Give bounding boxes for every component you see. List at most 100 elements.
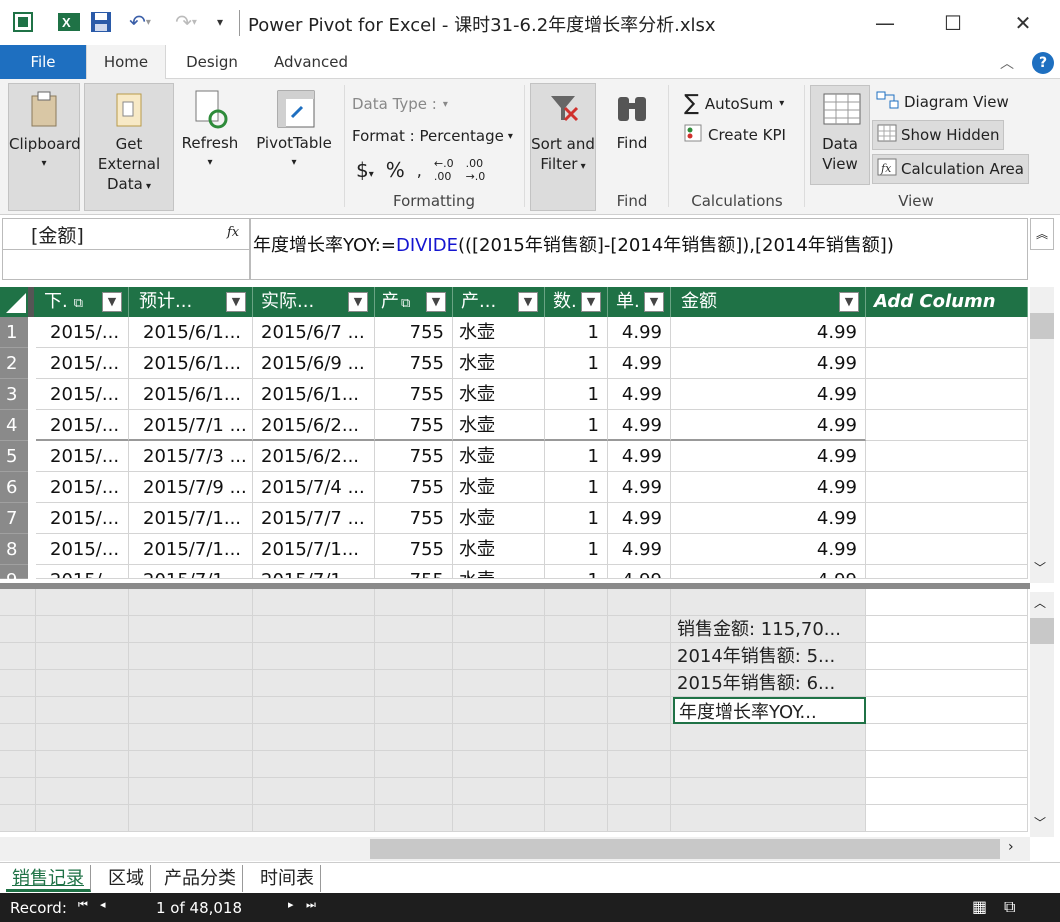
measure-cell-selected[interactable]: 年度增长率YOY... [673, 697, 866, 724]
calc-cell[interactable] [36, 616, 129, 643]
calc-cell[interactable] [866, 778, 1028, 805]
expand-formula-icon[interactable]: ︽ [1030, 218, 1054, 250]
calc-cell[interactable] [545, 805, 608, 832]
calc-cell[interactable] [375, 589, 453, 616]
filter-dropdown-icon[interactable]: ▼ [518, 292, 538, 312]
table-cell[interactable]: 水壶 [453, 379, 545, 410]
add-column-cell[interactable] [866, 317, 1028, 348]
pivottable-button[interactable]: PivotTable ▾ [252, 83, 336, 211]
table-cell[interactable]: 4.99 [608, 379, 671, 410]
calc-cell[interactable] [253, 670, 375, 697]
calc-cell[interactable] [608, 589, 671, 616]
calc-cell[interactable] [866, 805, 1028, 832]
table-cell[interactable]: 755 [375, 348, 453, 379]
sheet-tab[interactable]: 产品分类 [158, 865, 243, 892]
excel-icon[interactable]: X [56, 8, 82, 36]
comma-style-icon[interactable]: , [417, 161, 422, 180]
calc-cell[interactable] [253, 643, 375, 670]
calc-cell[interactable] [129, 697, 253, 724]
calc-cell[interactable] [545, 670, 608, 697]
redo-icon[interactable]: ↷ ▾ [166, 8, 206, 36]
calc-cell[interactable] [129, 643, 253, 670]
calc-cell[interactable] [453, 805, 545, 832]
calc-cell[interactable] [36, 589, 129, 616]
calc-cell[interactable] [453, 751, 545, 778]
measure-cell[interactable]: 2014年销售额: 5... [673, 643, 866, 670]
calc-cell[interactable] [253, 724, 375, 751]
filter-dropdown-icon[interactable]: ▼ [102, 292, 122, 312]
calc-cell[interactable] [129, 778, 253, 805]
table-cell[interactable]: 1 [545, 410, 608, 441]
calc-cell[interactable] [129, 805, 253, 832]
tab-file[interactable]: File [0, 45, 86, 79]
table-cell[interactable]: 755 [375, 317, 453, 348]
calc-cell[interactable] [608, 751, 671, 778]
table-cell[interactable]: 水壶 [453, 503, 545, 534]
close-button[interactable]: ✕ [1000, 6, 1046, 40]
last-record-icon[interactable]: ⏭ [306, 898, 316, 912]
add-column-cell[interactable] [866, 534, 1028, 565]
table-cell[interactable]: 4.99 [608, 565, 671, 579]
calc-cell[interactable] [453, 697, 545, 724]
calc-cell[interactable] [0, 616, 36, 643]
table-cell[interactable]: 4.99 [608, 503, 671, 534]
scrollbar-thumb[interactable] [1030, 313, 1054, 339]
calc-cell[interactable] [545, 697, 608, 724]
calc-cell[interactable] [129, 616, 253, 643]
show-hidden-button[interactable]: Show Hidden [872, 120, 1005, 150]
add-column-cell[interactable] [866, 410, 1028, 441]
add-column-cell[interactable] [866, 441, 1028, 472]
calc-cell[interactable] [453, 724, 545, 751]
calc-cell[interactable] [866, 724, 1028, 751]
table-cell[interactable]: 2015/7/1... [129, 503, 253, 534]
calc-cell[interactable] [866, 589, 1028, 616]
filter-dropdown-icon[interactable]: ▼ [348, 292, 368, 312]
calc-cell[interactable] [453, 670, 545, 697]
table-cell[interactable]: 2015/7/9 ... [129, 472, 253, 503]
sheet-tab[interactable]: 区域 [102, 865, 151, 892]
scroll-right-icon[interactable]: › [1008, 839, 1014, 855]
calc-cell[interactable] [129, 589, 253, 616]
table-cell[interactable]: 水壶 [453, 317, 545, 348]
format-dropdown[interactable]: Format : Percentage ▾ [352, 127, 513, 145]
table-cell[interactable]: 4.99 [671, 472, 866, 503]
table-cell[interactable]: 4.99 [671, 348, 866, 379]
create-kpi-button[interactable]: Create KPI [684, 123, 786, 147]
table-cell[interactable]: 2015/6/1... [129, 317, 253, 348]
calc-cell[interactable] [36, 751, 129, 778]
calc-cell[interactable] [545, 751, 608, 778]
table-cell[interactable]: 4.99 [671, 503, 866, 534]
find-button[interactable]: Find [604, 83, 660, 183]
calc-cell[interactable] [253, 805, 375, 832]
calc-cell[interactable] [253, 778, 375, 805]
grid-view-icon[interactable]: ▦ [972, 897, 987, 916]
calc-cell[interactable] [866, 616, 1028, 643]
table-cell[interactable]: 2015/... [36, 565, 129, 579]
calc-cell[interactable] [0, 778, 36, 805]
calc-cell[interactable] [608, 805, 671, 832]
calc-cell[interactable] [375, 670, 453, 697]
sort-filter-button[interactable]: Sort and Filter ▾ [530, 83, 596, 211]
row-number[interactable]: 8 [0, 534, 28, 565]
add-column-cell[interactable] [866, 472, 1028, 503]
table-cell[interactable]: 2015/... [36, 441, 129, 472]
calc-cell[interactable] [375, 643, 453, 670]
calc-cell[interactable] [453, 616, 545, 643]
calc-cell[interactable] [545, 616, 608, 643]
row-number[interactable]: 1 [0, 317, 28, 348]
collapse-ribbon-icon[interactable]: ︿ [1000, 53, 1014, 73]
row-number[interactable]: 3 [0, 379, 28, 410]
measure-cell[interactable]: 销售金额: 115,70... [673, 616, 866, 643]
table-cell[interactable]: 1 [545, 348, 608, 379]
table-cell[interactable]: 4.99 [608, 317, 671, 348]
table-cell[interactable]: 755 [375, 410, 453, 441]
table-cell[interactable]: 2015/... [36, 379, 129, 410]
column-header[interactable]: 下. ⧉ ▼ [36, 287, 129, 317]
calc-cell[interactable] [453, 778, 545, 805]
table-cell[interactable]: 2015/... [36, 472, 129, 503]
table-cell[interactable]: 2015/7/3 ... [129, 441, 253, 472]
scroll-up-icon[interactable]: ︿ [1034, 594, 1046, 611]
row-number[interactable]: 6 [0, 472, 28, 503]
calc-cell[interactable] [453, 643, 545, 670]
calc-cell[interactable] [866, 697, 1028, 724]
